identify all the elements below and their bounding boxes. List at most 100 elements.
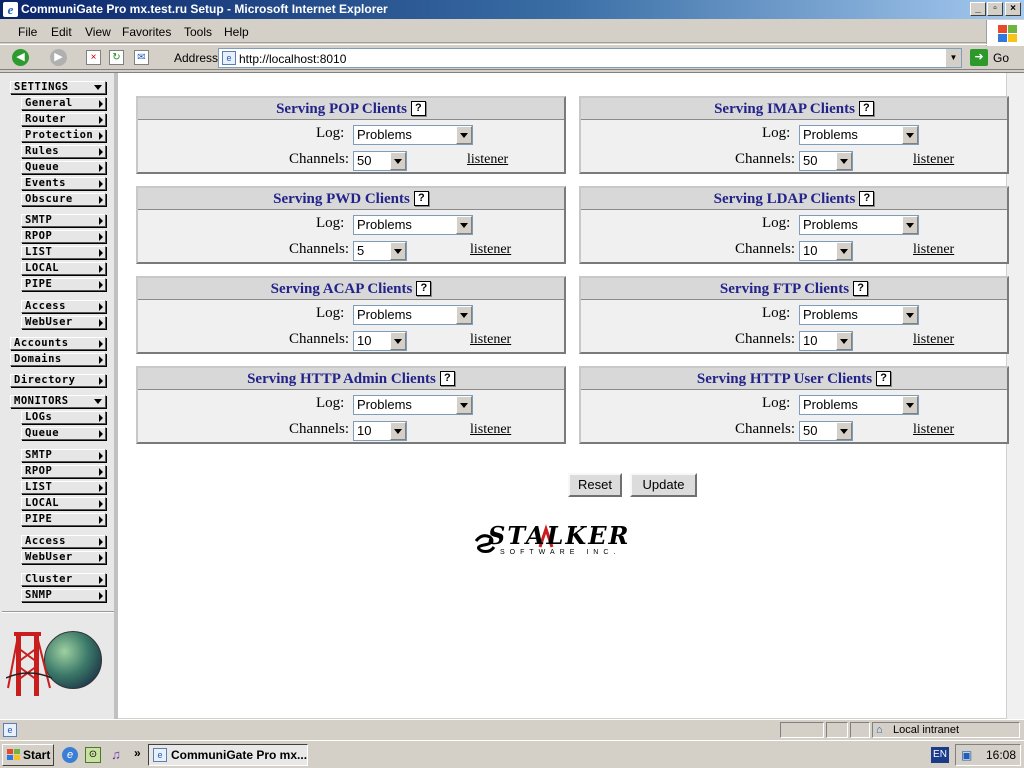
log-level-select[interactable]: Problems xyxy=(353,125,473,145)
listener-link[interactable]: listener xyxy=(913,332,954,348)
help-icon[interactable]: ? xyxy=(416,281,432,296)
log-level-select[interactable]: Problems xyxy=(799,215,919,235)
help-icon[interactable]: ? xyxy=(858,101,874,116)
address-input[interactable]: e http://localhost:8010 ▼ xyxy=(218,48,962,68)
log-level-select[interactable]: Problems xyxy=(799,125,919,145)
sidebar-item-monitor-local[interactable]: LOCAL xyxy=(21,497,106,510)
listener-link[interactable]: listener xyxy=(470,332,511,348)
menu-file[interactable]: File xyxy=(18,25,37,39)
stalker-software-logo: STALKER SOFTWARE INC. xyxy=(470,521,656,561)
settings-header[interactable]: SETTINGS xyxy=(10,81,106,94)
clock: 16:08 xyxy=(986,748,1017,762)
sidebar-item-general[interactable]: General xyxy=(21,97,106,110)
sidebar-item-label: LOCAL xyxy=(25,262,60,274)
mail-icon[interactable]: ✉ xyxy=(134,50,149,65)
update-button[interactable]: Update xyxy=(630,473,697,497)
maximize-button[interactable]: ▫ xyxy=(987,2,1003,16)
log-level-select[interactable]: Problems xyxy=(799,305,919,325)
sidebar-item-webuser[interactable]: WebUser xyxy=(21,316,106,329)
sidebar-item-monitor-webuser[interactable]: WebUser xyxy=(21,551,106,564)
menu-view[interactable]: View xyxy=(85,25,111,39)
sidebar-item-list[interactable]: LIST xyxy=(21,246,106,259)
sidebar-item-label: LIST xyxy=(25,481,53,493)
go-arrow-icon[interactable]: ➜ xyxy=(970,49,988,66)
monitors-header[interactable]: MONITORS xyxy=(10,395,106,408)
sidebar-item-rules[interactable]: Rules xyxy=(21,145,106,158)
menu-tools[interactable]: Tools xyxy=(184,25,212,39)
channels-select[interactable]: 50 xyxy=(799,421,853,441)
taskbar-window-button[interactable]: e CommuniGate Pro mx... xyxy=(148,744,308,766)
sidebar-item-cluster[interactable]: Cluster xyxy=(21,573,106,586)
listener-link[interactable]: listener xyxy=(913,152,954,168)
close-button[interactable]: × xyxy=(1005,2,1021,16)
sidebar-item-monitor-rpop[interactable]: RPOP xyxy=(21,465,106,478)
sidebar-item-monitor-list[interactable]: LIST xyxy=(21,481,106,494)
sidebar-item-obscure[interactable]: Obscure xyxy=(21,193,106,206)
help-icon[interactable]: ? xyxy=(859,191,875,206)
sidebar-item-pipe[interactable]: PIPE xyxy=(21,278,106,291)
help-icon[interactable]: ? xyxy=(410,101,426,116)
stop-button[interactable]: × xyxy=(86,50,101,65)
sidebar-item-logs[interactable]: LOGs xyxy=(21,411,106,424)
sidebar-item-queue[interactable]: Queue xyxy=(21,161,106,174)
sidebar-item-domains[interactable]: Domains xyxy=(10,353,106,366)
listener-link[interactable]: listener xyxy=(467,152,508,168)
sidebar-item-label: Protection xyxy=(25,129,94,141)
back-button[interactable]: ◀ xyxy=(12,49,29,66)
channels-select[interactable]: 50 xyxy=(799,151,853,171)
sidebar-item-monitor-pipe[interactable]: PIPE xyxy=(21,513,106,526)
quicklaunch-media-icon[interactable]: ♫ xyxy=(108,747,124,763)
sidebar-item-protection[interactable]: Protection xyxy=(21,129,106,142)
forward-button[interactable]: ▶ xyxy=(50,49,67,66)
channels-select[interactable]: 10 xyxy=(799,241,853,261)
sidebar-item-accounts[interactable]: Accounts xyxy=(10,337,106,350)
go-button[interactable]: Go xyxy=(993,51,1009,65)
menu-favorites[interactable]: Favorites xyxy=(122,25,171,39)
channels-select[interactable]: 5 xyxy=(353,241,407,261)
reset-button[interactable]: Reset xyxy=(568,473,622,497)
refresh-button[interactable]: ↻ xyxy=(109,50,124,65)
sidebar-item-monitor-queue[interactable]: Queue xyxy=(21,427,106,440)
listener-link[interactable]: listener xyxy=(913,242,954,258)
quicklaunch-more-icon[interactable]: » xyxy=(134,746,141,760)
address-url[interactable]: http://localhost:8010 xyxy=(239,52,346,66)
listener-link[interactable]: listener xyxy=(470,242,511,258)
quicklaunch-ie-icon[interactable]: e xyxy=(62,747,78,763)
log-level-select[interactable]: Problems xyxy=(353,395,473,415)
sidebar-item-directory[interactable]: Directory xyxy=(10,374,106,387)
network-icon[interactable]: ▣ xyxy=(961,748,977,762)
start-button[interactable]: Start xyxy=(2,744,54,766)
menu-edit[interactable]: Edit xyxy=(51,25,72,39)
sidebar-item-events[interactable]: Events xyxy=(21,177,106,190)
chevron-down-icon xyxy=(456,216,472,234)
stalker-tagline: SOFTWARE INC. xyxy=(500,549,621,556)
channels-select[interactable]: 10 xyxy=(353,421,407,441)
channels-select[interactable]: 10 xyxy=(799,331,853,351)
sidebar-item-snmp[interactable]: SNMP xyxy=(21,589,106,602)
channels-select[interactable]: 10 xyxy=(353,331,407,351)
address-dropdown-icon[interactable]: ▼ xyxy=(945,49,961,67)
help-icon[interactable]: ? xyxy=(853,281,869,296)
sidebar-item-local[interactable]: LOCAL xyxy=(21,262,106,275)
quicklaunch-app-icon[interactable]: ⊙ xyxy=(85,747,101,763)
help-icon[interactable]: ? xyxy=(439,371,455,386)
listener-link[interactable]: listener xyxy=(913,422,954,438)
log-level-select[interactable]: Problems xyxy=(353,305,473,325)
minimize-button[interactable]: _ xyxy=(970,2,986,16)
service-panel: Serving PWD Clients? Log: Problems Channels… xyxy=(136,186,566,264)
help-icon[interactable]: ? xyxy=(876,371,892,386)
sidebar-item-monitor-smtp[interactable]: SMTP xyxy=(21,449,106,462)
sidebar-item-router[interactable]: Router xyxy=(21,113,106,126)
channels-select[interactable]: 50 xyxy=(353,151,407,171)
log-level-select[interactable]: Problems xyxy=(799,395,919,415)
sidebar-item-monitor-access[interactable]: Access xyxy=(21,535,106,548)
channels-label: Channels: xyxy=(289,331,349,347)
listener-link[interactable]: listener xyxy=(470,422,511,438)
language-indicator[interactable]: EN xyxy=(931,747,949,763)
sidebar-item-rpop[interactable]: RPOP xyxy=(21,230,106,243)
help-icon[interactable]: ? xyxy=(413,191,429,206)
sidebar-item-smtp[interactable]: SMTP xyxy=(21,214,106,227)
sidebar-item-access[interactable]: Access xyxy=(21,300,106,313)
menu-help[interactable]: Help xyxy=(224,25,249,39)
log-level-select[interactable]: Problems xyxy=(353,215,473,235)
